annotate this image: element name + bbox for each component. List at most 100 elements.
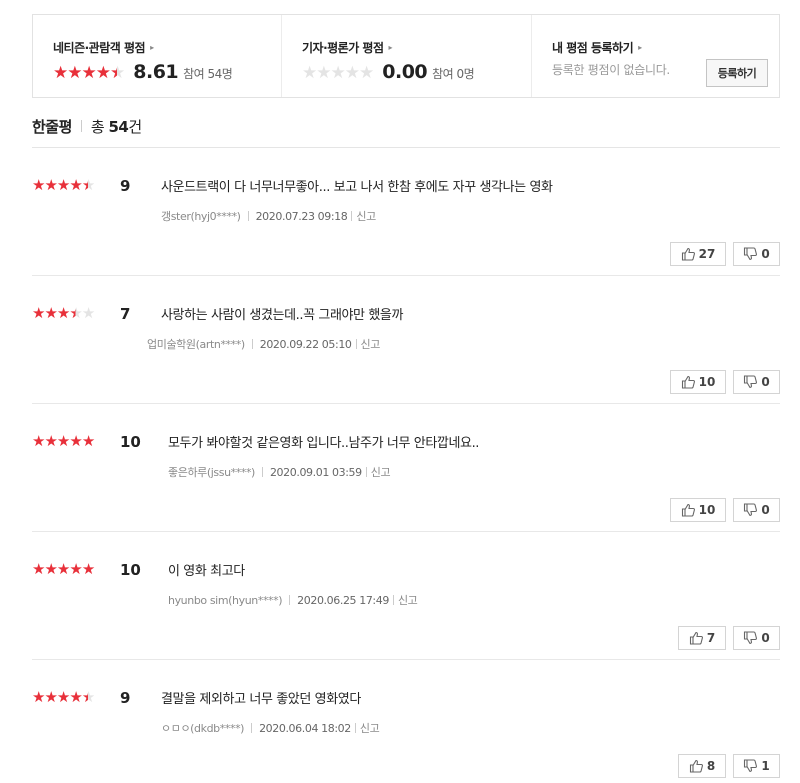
star-icon: ★ (56, 176, 70, 194)
report-link[interactable]: 신고 (360, 720, 380, 736)
review-meta: hyunbo sim(hyun****) 2020.06.25 17:49 신고 (168, 592, 418, 608)
star-icon: ★ (110, 63, 125, 83)
thumbs-down-icon (743, 503, 758, 517)
dislike-button[interactable]: 0 (733, 370, 780, 394)
review-date: 2020.09.01 03:59 (269, 465, 362, 479)
star-icon: ★ (95, 63, 111, 83)
critic-rating-title: 기자·평론가 평점 (302, 41, 384, 55)
dislike-button[interactable]: 0 (733, 626, 780, 650)
audience-rating-cell: 네티즌·관람객 평점 ▸ ★ ★ ★ ★ ★ 8.61 참여 54명 (33, 15, 281, 97)
star-icon: ★ (81, 432, 95, 450)
star-icon: ★ (81, 688, 95, 706)
review-date: 2020.06.25 17:49 (297, 593, 389, 607)
star-icon: ★ (32, 432, 45, 450)
star-icon: ★ (359, 63, 374, 83)
star-icon: ★ (81, 304, 95, 322)
chevron-right-icon: ▸ (638, 43, 642, 52)
review-text: 모두가 봐야할것 같은영화 입니다..남주가 너무 안타깝네요.. (168, 436, 480, 451)
review-score: 10 (120, 433, 141, 451)
dislike-count: 0 (761, 503, 770, 517)
review-item: ★ ★ ★ ★ ★ 10 모두가 봐야할것 같은영화 입니다..남주가 너무 안타깝네요… (32, 404, 780, 532)
register-rating-button[interactable]: 등록하기 (706, 59, 768, 87)
like-button[interactable]: 10 (670, 370, 726, 394)
star-icon: ★ (69, 560, 82, 578)
review-section-header: 한줄평 총 54건 (32, 116, 780, 148)
review-author[interactable]: hyunbo sim(hyun****) (168, 594, 283, 607)
count-prefix: 총 (90, 118, 105, 136)
review-star-rating: ★ ★ ★ ★ ★ (32, 176, 95, 194)
divider (392, 595, 394, 605)
review-author[interactable]: 좋은하루(jssu****) (168, 464, 255, 480)
star-icon: ★ (69, 176, 82, 194)
star-icon: ★ (67, 63, 82, 83)
critic-star-rating: ★ ★ ★ ★ ★ (302, 63, 374, 83)
dislike-button[interactable]: 0 (733, 498, 780, 522)
star-icon: ★ (81, 560, 95, 578)
like-count: 10 (698, 375, 716, 389)
dislike-button[interactable]: 1 (733, 754, 780, 778)
like-button[interactable]: 27 (670, 242, 726, 266)
star-icon: ★ (44, 176, 57, 194)
thumbs-down-icon (743, 631, 758, 645)
critic-score: 0.00 (382, 61, 428, 83)
star-icon: ★ (330, 63, 346, 83)
report-link[interactable]: 신고 (361, 336, 381, 352)
thumbs-up-icon (689, 759, 704, 773)
divider (247, 211, 249, 221)
star-icon: ★ (44, 304, 57, 322)
review-text: 사운드트랙이 다 너무너무좋아... 보고 나서 한참 후에도 자꾸 생각나는 … (161, 180, 553, 195)
like-count: 8 (706, 759, 716, 773)
review-author[interactable]: 갱ster(hyj0****) (161, 208, 241, 224)
review-meta: ㅇㅁㅇ(dkdb****) 2020.06.04 18:02 신고 (161, 720, 380, 736)
chevron-right-icon: ▸ (150, 43, 154, 52)
my-rating-cell: 내 평점 등록하기 ▸ 등록한 평점이 없습니다. 등록하기 (531, 15, 779, 97)
star-icon: ★ (53, 63, 68, 83)
report-link[interactable]: 신고 (371, 464, 391, 480)
review-item: ★ ★ ★ ★ ★ 9 사운드트랙이 다 너무너무좋아... 보고 나서 한참 후에도 … (32, 148, 780, 276)
review-score: 10 (120, 561, 141, 579)
dislike-count: 0 (761, 375, 770, 389)
like-button[interactable]: 8 (678, 754, 726, 778)
review-meta: 갱ster(hyj0****) 2020.07.23 09:18 신고 (161, 208, 376, 224)
like-count: 10 (698, 503, 716, 517)
like-button[interactable]: 7 (678, 626, 726, 650)
report-link[interactable]: 신고 (398, 592, 418, 608)
dislike-count: 1 (761, 759, 770, 773)
review-text: 결말을 제외하고 너무 좋았던 영화였다 (161, 692, 361, 707)
review-text: 사랑하는 사람이 생겼는데..꼭 그래야만 했을까 (161, 308, 404, 323)
review-date: 2020.06.04 18:02 (259, 721, 351, 735)
my-rating-link[interactable]: 내 평점 등록하기 ▸ (552, 39, 779, 56)
audience-rating-link[interactable]: 네티즌·관람객 평점 ▸ (53, 39, 281, 56)
review-star-rating: ★ ★ ★ ★ ★ (32, 688, 95, 706)
divider (80, 120, 82, 132)
review-score: 9 (120, 177, 131, 195)
star-icon: ★ (81, 176, 95, 194)
review-item: ★ ★ ★ ★ ★ 9 결말을 제외하고 너무 좋았던 영화였다 ㅇㅁㅇ(dkdb***… (32, 660, 780, 783)
thumbs-up-icon (689, 631, 704, 645)
audience-score: 8.61 (133, 61, 179, 83)
review-author[interactable]: 업미술학원(artn****) (147, 336, 245, 352)
like-button[interactable]: 10 (670, 498, 726, 522)
star-icon: ★ (69, 688, 82, 706)
dislike-button[interactable]: 0 (733, 242, 780, 266)
critic-rating-cell: 기자·평론가 평점 ▸ ★ ★ ★ ★ ★ 0.00 참여 0명 (281, 15, 531, 97)
star-icon: ★ (69, 304, 82, 322)
star-icon: ★ (32, 176, 45, 194)
star-icon: ★ (69, 432, 82, 450)
star-icon: ★ (44, 560, 57, 578)
star-icon: ★ (32, 560, 45, 578)
section-title: 한줄평 (32, 118, 72, 136)
report-link[interactable]: 신고 (356, 208, 376, 224)
audience-rating-title: 네티즌·관람객 평점 (53, 41, 146, 55)
star-icon: ★ (56, 688, 70, 706)
divider (261, 467, 263, 477)
review-score: 9 (120, 689, 131, 707)
review-count: 총 54건 (91, 116, 142, 137)
critic-rating-link[interactable]: 기자·평론가 평점 ▸ (302, 39, 531, 56)
rating-summary-box: 네티즌·관람객 평점 ▸ ★ ★ ★ ★ ★ 8.61 참여 54명 기자·평론가 평점… (32, 14, 780, 98)
star-icon: ★ (56, 432, 70, 450)
star-icon: ★ (302, 63, 317, 83)
review-author[interactable]: ㅇㅁㅇ(dkdb****) (161, 720, 244, 736)
divider (289, 595, 291, 605)
star-icon: ★ (44, 688, 57, 706)
